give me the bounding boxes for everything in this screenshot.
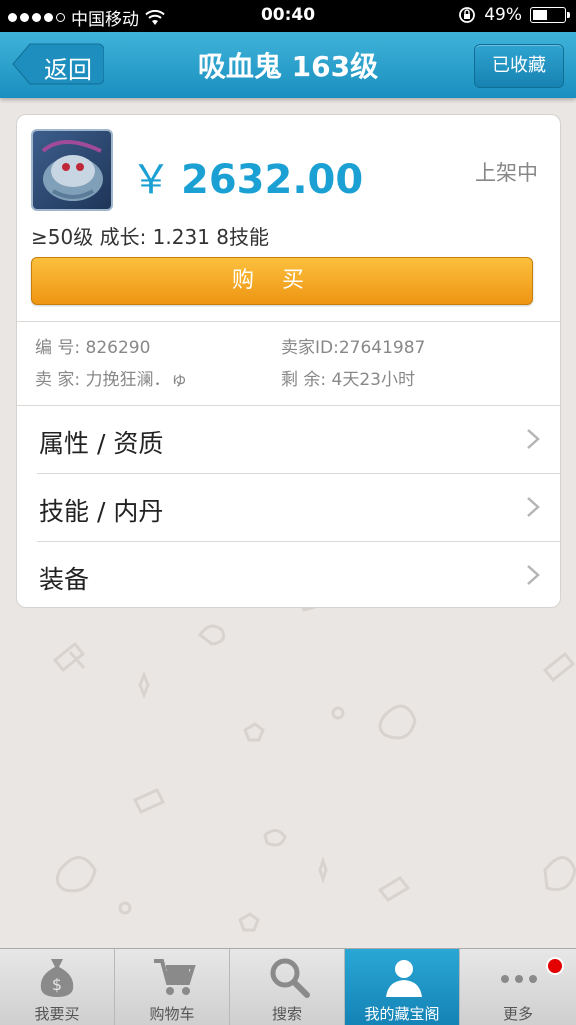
chevron-right-icon: [527, 429, 540, 449]
navigation-bar: 返回 吸血鬼 163级 已收藏: [0, 32, 576, 98]
menu-item-attributes[interactable]: 属性 / 资质: [17, 406, 560, 473]
price-value: 2632.00: [181, 157, 364, 203]
tab-label: 搜索: [271, 1005, 302, 1023]
divider: [17, 321, 560, 322]
search-icon: [270, 958, 310, 998]
tab-bar: $ 我要买 购物车 搜索 我的藏宝阁 更多: [0, 948, 576, 1025]
menu-item-equipment[interactable]: 装备: [17, 542, 560, 607]
pet-avatar: [31, 129, 113, 211]
tab-label: 购物车: [149, 1005, 195, 1023]
menu-item-label: 属性 / 资质: [39, 429, 164, 458]
status-bar: 中国移动 00:40 49%: [0, 0, 576, 32]
seller-name-label: 卖 家:: [35, 370, 81, 390]
pet-summary: ≥50级 成长: 1.231 8技能: [31, 225, 269, 249]
tab-label: 我要买: [34, 1005, 80, 1023]
favorite-button[interactable]: 已收藏: [474, 44, 564, 88]
seller-id: 卖家ID:27641987: [281, 333, 425, 358]
sale-status: 上架中: [475, 161, 538, 185]
menu-item-label: 装备: [39, 565, 90, 594]
seller-name-value: 力挽狂澜．ゅ: [85, 370, 188, 390]
seller-name: 卖 家: 力挽狂澜．ゅ: [35, 365, 188, 390]
seller-id-value: 27641987: [338, 338, 426, 358]
tab-my-treasure[interactable]: 我的藏宝阁: [345, 949, 460, 1025]
tab-more[interactable]: 更多: [460, 949, 576, 1025]
svg-text:$: $: [52, 975, 62, 994]
person-icon: [386, 960, 422, 997]
listing-id-label: 编 号:: [35, 338, 81, 358]
listing-id: 编 号: 826290: [35, 333, 150, 358]
remaining-time-value: 4天23小时: [331, 370, 415, 390]
more-icon: [501, 975, 537, 983]
tab-cart[interactable]: 购物车: [115, 949, 230, 1025]
chevron-right-icon: [527, 497, 540, 517]
notification-badge: [546, 957, 564, 975]
seller-id-label: 卖家ID:: [281, 338, 339, 358]
listing-card: ￥ 2632.00 上架中 ≥50级 成长: 1.231 8技能 购买 编 号: …: [16, 114, 561, 608]
cart-icon: [154, 959, 196, 995]
remaining-time: 剩 余: 4天23小时: [281, 365, 415, 390]
buy-button[interactable]: 购买: [31, 257, 533, 305]
listing-id-value: 826290: [85, 338, 151, 358]
menu-item-skills[interactable]: 技能 / 内丹: [17, 474, 560, 541]
tab-buy[interactable]: $ 我要买: [0, 949, 115, 1025]
battery-icon: [530, 7, 570, 23]
chevron-right-icon: [527, 565, 540, 585]
money-bag-icon: $: [40, 959, 74, 997]
currency-symbol: ￥: [131, 157, 171, 203]
menu-item-label: 技能 / 内丹: [39, 497, 164, 526]
tab-label: 我的藏宝阁: [364, 1005, 440, 1023]
tab-search[interactable]: 搜索: [230, 949, 345, 1025]
remaining-time-label: 剩 余:: [281, 370, 327, 390]
tab-label: 更多: [502, 1005, 533, 1023]
battery-percent: 49%: [484, 5, 522, 25]
rotation-lock-icon: [459, 7, 476, 23]
price: ￥ 2632.00: [131, 147, 363, 205]
